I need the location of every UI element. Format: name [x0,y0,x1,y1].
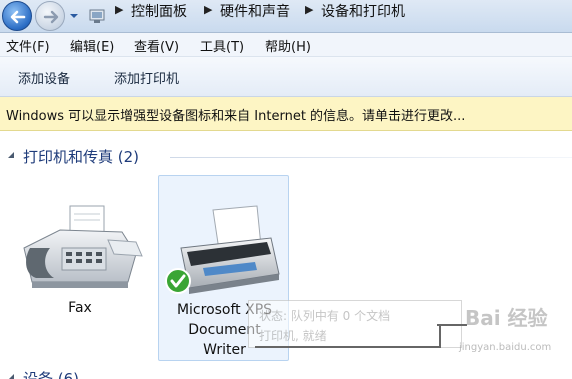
callout-line [255,346,440,348]
device-fax[interactable]: Fax [10,196,150,326]
breadcrumb-item-devices-printers[interactable]: 设备和打印机 [321,1,405,21]
back-button[interactable] [2,1,32,31]
collapse-arrow-icon[interactable] [6,150,16,160]
group-divider [170,157,572,158]
control-panel-icon [89,9,105,23]
address-bar: ▶ 控制面板 ▶ 硬件和声音 ▶ 设备和打印机 [0,0,572,33]
menu-view[interactable]: 查看(V) [134,36,179,55]
group-title-printers[interactable]: 打印机和传真 (2) [23,146,139,167]
menu-help[interactable]: 帮助(H) [265,36,311,55]
default-printer-check-icon [165,268,191,294]
breadcrumb-separator-icon[interactable]: ▶ [305,3,313,16]
info-bar-text: Windows 可以显示增强型设备图标和来自 Internet 的信息。请单击进… [6,109,466,124]
menu-bar: 文件(F) 编辑(E) 查看(V) 工具(T) 帮助(H) [0,33,572,57]
breadcrumb-separator-icon[interactable]: ▶ [204,3,212,16]
tooltip-text: 打印机, 就绪 [259,329,327,343]
info-bar[interactable]: Windows 可以显示增强型设备图标和来自 Internet 的信息。请单击进… [0,97,572,131]
watermark: Bai 经验 jingyan.baidu.com [437,302,567,356]
breadcrumb-item-control-panel[interactable]: 控制面板 [131,1,187,21]
forward-button[interactable] [35,1,65,31]
tooltip-text: 状态: 队列中有 0 个文档 [259,309,391,323]
group-title-devices[interactable]: 设备 (6) [23,368,79,379]
breadcrumb-separator-icon[interactable]: ▶ [115,3,123,16]
watermark-url: jingyan.baidu.com [459,342,552,353]
status-tooltip: 状态: 队列中有 0 个文档 打印机, 就绪 [248,300,462,348]
arrow-right-icon [43,10,59,24]
breadcrumb-item-hardware-sound[interactable]: 硬件和声音 [220,1,290,21]
arrow-left-icon [10,10,26,24]
device-label: Fax [68,300,92,316]
command-bar: 添加设备 添加打印机 [0,57,572,97]
collapse-arrow-icon[interactable] [6,372,16,379]
watermark-brand: Bai 经验 [465,306,548,330]
menu-edit[interactable]: 编辑(E) [70,36,114,55]
add-printer-button[interactable]: 添加打印机 [114,68,179,87]
menu-file[interactable]: 文件(F) [6,36,50,55]
menu-tools[interactable]: 工具(T) [200,36,244,55]
add-device-button[interactable]: 添加设备 [18,68,70,87]
history-dropdown-icon[interactable] [67,9,81,23]
fax-icon [23,205,143,288]
